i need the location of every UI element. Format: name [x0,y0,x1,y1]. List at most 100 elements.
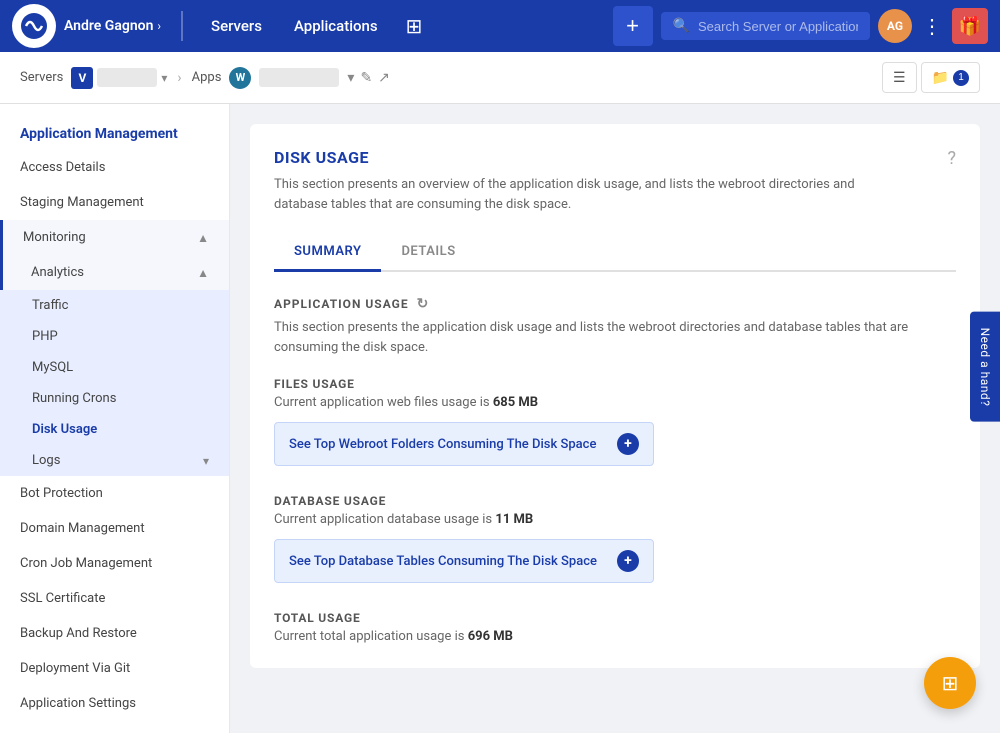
deployment-label: Deployment Via Git [20,661,130,676]
external-link-icon[interactable]: ↗ [378,70,390,86]
top-navigation: Andre Gagnon › Servers Applications ⊞ + … [0,0,1000,52]
files-usage-title: FILES USAGE [274,377,956,391]
panel-header: DISK USAGE This section presents an over… [274,148,956,214]
sidebar: Application Management Access Details St… [0,104,230,733]
sidebar-item-traffic[interactable]: Traffic [0,290,229,321]
tab-details[interactable]: DETAILS [381,234,475,272]
gift-icon[interactable]: 🎁 [952,8,988,44]
avatar[interactable]: AG [878,9,912,43]
database-tables-button[interactable]: See Top Database Tables Consuming The Di… [274,539,654,583]
edit-icon[interactable]: ✎ [360,70,372,86]
tab-summary[interactable]: SUMMARY [274,234,381,272]
domain-management-label: Domain Management [20,521,145,536]
database-usage-title: DATABASE USAGE [274,494,956,508]
panel-description: This section presents an overview of the… [274,175,874,214]
files-usage-block: FILES USAGE Current application web file… [274,377,956,466]
sidebar-item-backup[interactable]: Backup And Restore [0,616,229,651]
webroot-folders-button[interactable]: See Top Webroot Folders Consuming The Di… [274,422,654,466]
sidebar-item-bot-protection[interactable]: Bot Protection [0,476,229,511]
monitoring-label: Monitoring [23,230,86,245]
user-chevron-icon: › [157,19,161,33]
sidebar-item-logs[interactable]: Logs ▾ [0,445,229,476]
need-a-hand-panel[interactable]: Need a hand? [970,311,1000,422]
sidebar-item-monitoring[interactable]: Monitoring ▲ [0,220,229,255]
nav-links: Servers Applications ⊞ [195,8,434,44]
analytics-label: Analytics [31,265,84,280]
list-view-button[interactable]: ☰ [882,62,917,93]
app-logo[interactable] [12,4,56,48]
sidebar-item-domain-management[interactable]: Domain Management [0,511,229,546]
main-layout: Application Management Access Details St… [0,104,1000,733]
breadcrumb-bar: Servers V ▾ › Apps W ▾ ✎ ↗ ☰ 📁 1 [0,52,1000,104]
sidebar-item-disk-usage[interactable]: Disk Usage [0,414,229,445]
main-content: DISK USAGE This section presents an over… [230,104,1000,733]
cron-job-label: Cron Job Management [20,556,152,571]
search-icon: 🔍 [673,18,690,34]
monitoring-chevron-icon: ▲ [197,231,209,245]
disk-usage-panel: DISK USAGE This section presents an over… [250,124,980,668]
webroot-btn-icon: + [617,433,639,455]
more-options-icon[interactable]: ⋮ [918,14,946,38]
total-usage-title: TOTAL USAGE [274,611,956,625]
database-btn-icon: + [617,550,639,572]
list-icon: ☰ [893,69,906,86]
fab-icon: ⊞ [942,671,959,695]
sidebar-item-analytics[interactable]: Analytics ▲ [0,255,229,290]
app-name [259,68,339,87]
logs-chevron-icon: ▾ [203,454,209,468]
applications-nav-link[interactable]: Applications [278,11,394,41]
database-btn-label: See Top Database Tables Consuming The Di… [289,554,597,569]
app-dropdown-icon[interactable]: ▾ [347,70,354,86]
fab-button[interactable]: ⊞ [924,657,976,709]
avatar-initials: AG [887,19,903,33]
folder-badge: 1 [953,70,969,86]
need-hand-label: Need a hand? [978,327,992,406]
add-button[interactable]: + [613,6,653,46]
backup-label: Backup And Restore [20,626,137,641]
breadcrumb-arrow-icon: › [177,70,181,86]
app-settings-label: Application Settings [20,696,136,711]
sidebar-item-mysql[interactable]: MySQL [0,352,229,383]
folder-view-button[interactable]: 📁 1 [921,62,980,93]
logs-label: Logs [32,453,60,468]
ssl-label: SSL Certificate [20,591,105,606]
grid-menu-icon[interactable]: ⊞ [394,8,435,44]
server-icon: V [71,67,93,89]
access-details-label: Access Details [20,160,105,175]
breadcrumb-right-actions: ☰ 📁 1 [882,62,980,93]
nav-divider [181,11,183,41]
refresh-icon[interactable]: ↻ [417,296,430,312]
sidebar-item-ssl[interactable]: SSL Certificate [0,581,229,616]
database-usage-block: DATABASE USAGE Current application datab… [274,494,956,583]
database-usage-desc: Current application database usage is 11… [274,512,956,527]
analytics-chevron-icon: ▲ [197,266,209,280]
servers-nav-link[interactable]: Servers [195,11,278,41]
user-name[interactable]: Andre Gagnon [64,18,153,34]
sidebar-item-staging[interactable]: Staging Management [0,185,229,220]
sidebar-item-app-settings[interactable]: Application Settings [0,686,229,721]
app-usage-heading: APPLICATION USAGE ↻ [274,296,956,312]
help-icon[interactable]: ? [947,148,956,169]
sidebar-item-php[interactable]: PHP [0,321,229,352]
app-usage-title: APPLICATION USAGE [274,297,409,311]
staging-label: Staging Management [20,195,144,210]
server-dropdown-icon[interactable]: ▾ [161,71,167,85]
bot-protection-label: Bot Protection [20,486,103,501]
sidebar-item-deployment[interactable]: Deployment Via Git [0,651,229,686]
sidebar-item-cron-job[interactable]: Cron Job Management [0,546,229,581]
app-actions: ▾ ✎ ↗ [347,70,390,86]
panel-title: DISK USAGE [274,148,874,167]
app-usage-desc: This section presents the application di… [274,318,956,357]
sidebar-item-running-crons[interactable]: Running Crons [0,383,229,414]
breadcrumb-apps-label: Apps [192,70,222,85]
sidebar-item-access-details[interactable]: Access Details [0,150,229,185]
total-usage-block: TOTAL USAGE Current total application us… [274,611,956,644]
search-bar: 🔍 [661,12,870,40]
analytics-group: Analytics ▲ Traffic PHP MySQL Running Cr… [0,255,229,476]
breadcrumb-servers-label: Servers [20,70,63,85]
folder-icon: 📁 [932,69,949,86]
search-input[interactable] [698,19,858,34]
server-selector[interactable]: V ▾ [71,67,167,89]
total-usage-desc: Current total application usage is 696 M… [274,629,956,644]
tabs: SUMMARY DETAILS [274,234,956,272]
